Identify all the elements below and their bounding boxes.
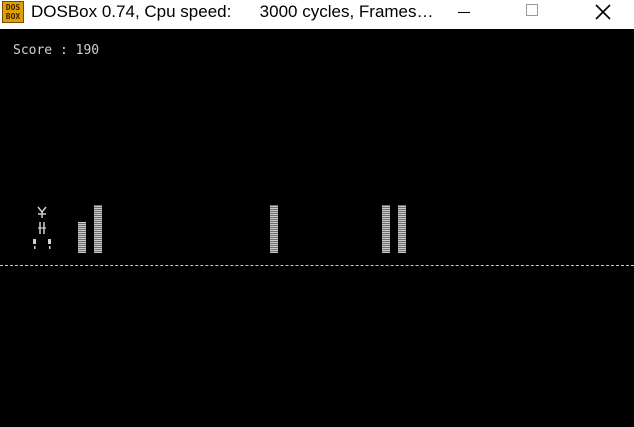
- obstacle: [270, 205, 278, 253]
- dosbox-icon[interactable]: DOS BOX: [2, 1, 24, 23]
- title-bar[interactable]: DOS BOX DOSBox 0.74, Cpu speed: 3000 cyc…: [0, 0, 634, 29]
- obstacle: [94, 205, 102, 253]
- ground-line: [0, 265, 634, 266]
- obstacle: [398, 205, 406, 253]
- close-button[interactable]: [580, 0, 626, 29]
- game-screen[interactable]: Score : 190: [0, 29, 634, 427]
- obstacle: [382, 205, 390, 253]
- player-character: [33, 206, 51, 249]
- score-display: Score : 190: [13, 43, 100, 58]
- icon-text-dos: DOS: [5, 3, 21, 12]
- obstacle: [78, 222, 86, 253]
- minimize-button[interactable]: [440, 0, 486, 29]
- window-title: DOSBox 0.74, Cpu speed: 3000 cycles, Fra…: [31, 2, 434, 21]
- icon-text-box: BOX: [5, 12, 21, 21]
- maximize-button[interactable]: [510, 0, 556, 29]
- close-icon: [595, 4, 611, 20]
